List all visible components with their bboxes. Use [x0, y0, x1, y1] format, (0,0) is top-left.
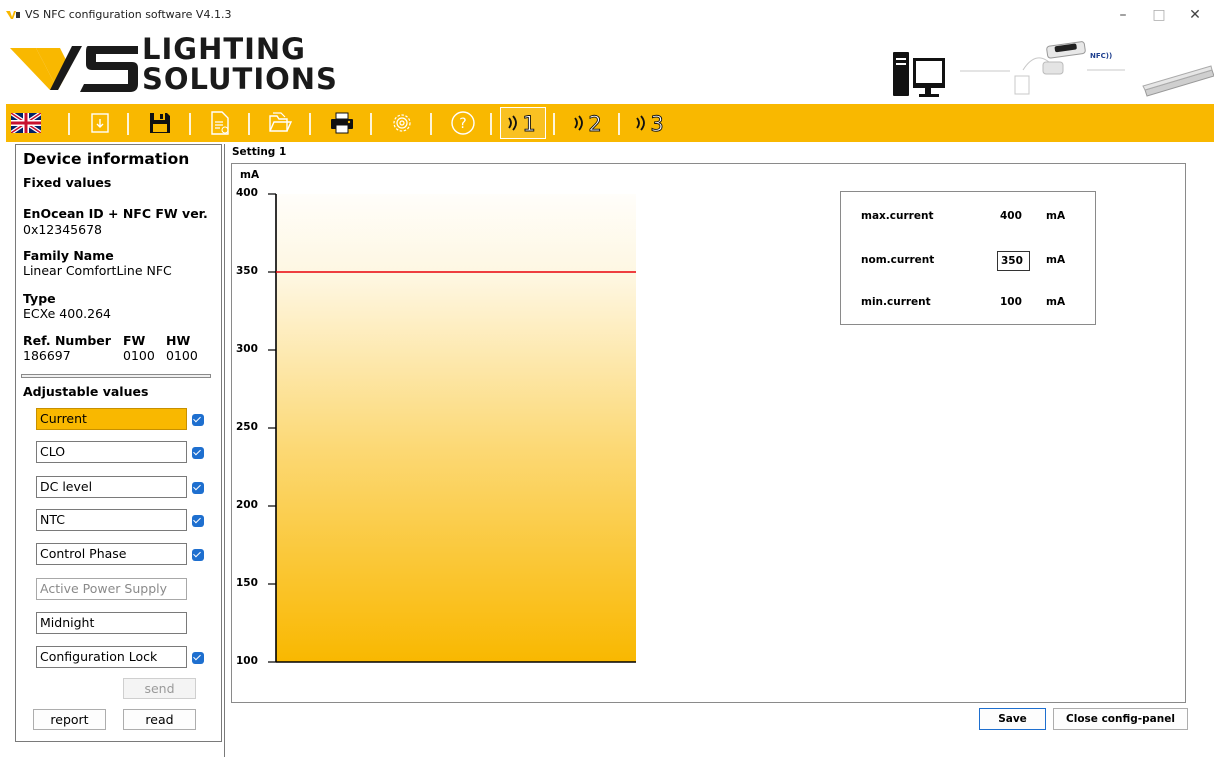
enocean-label: EnOcean ID + NFC FW ver.: [23, 206, 208, 221]
hw-value: 0100: [166, 348, 198, 363]
y-tick-label-200: 200: [236, 499, 258, 511]
y-tick-label-100: 100: [236, 655, 258, 667]
import-icon[interactable]: [84, 107, 116, 139]
nfc-setting-2-icon[interactable]: 2: [566, 107, 612, 139]
y-tick-label-350: 350: [236, 265, 258, 277]
read-button[interactable]: read: [123, 709, 196, 730]
ref-number-value: 186697: [23, 348, 71, 363]
save-button[interactable]: Save: [979, 708, 1046, 730]
settings-gear-icon[interactable]: [386, 107, 418, 139]
nom-current-unit: mA: [1046, 254, 1066, 266]
y-tick-label-300: 300: [236, 343, 258, 355]
setting-title: Setting 1: [232, 146, 287, 158]
fixed-values-heading: Fixed values: [23, 175, 112, 190]
setting-1-glyph: 1: [522, 112, 535, 136]
dc-level-checkbox[interactable]: [192, 482, 204, 494]
send-button[interactable]: send: [123, 678, 196, 699]
family-value: Linear ComfortLine NFC: [23, 263, 172, 278]
brand-line-1: LIGHTING: [142, 32, 306, 66]
app-window: VS NFC configuration software V4.1.3 – □…: [0, 0, 1214, 757]
max-current-value: 400: [1000, 210, 1022, 222]
main-panel-border: [224, 144, 225, 757]
app-logo-icon: [6, 11, 20, 19]
save-icon[interactable]: [144, 107, 176, 139]
adjustable-item-current[interactable]: Current: [36, 408, 187, 430]
adjustable-item-active-power-supply: Active Power Supply: [36, 578, 187, 600]
clo-checkbox[interactable]: [192, 447, 204, 459]
min-current-unit: mA: [1046, 296, 1066, 308]
family-label: Family Name: [23, 248, 114, 263]
y-tick-label-400: 400: [236, 187, 258, 199]
setting-3-glyph: 3: [650, 112, 663, 136]
computer-icon: [893, 52, 945, 97]
min-current-value: 100: [1000, 296, 1022, 308]
window-title: VS NFC configuration software V4.1.3: [25, 8, 232, 21]
y-tick-label-150: 150: [236, 577, 258, 589]
report-button[interactable]: report: [33, 709, 106, 730]
header: LIGHTING SOLUTIONS NFC)): [0, 30, 1214, 102]
control-phase-checkbox[interactable]: [192, 549, 204, 561]
type-label: Type: [23, 291, 56, 306]
brand-name: LIGHTING SOLUTIONS: [142, 34, 338, 94]
adjustable-item-midnight[interactable]: Midnight: [36, 612, 187, 634]
help-glyph: ?: [459, 116, 466, 132]
close-config-panel-button[interactable]: Close config-panel: [1053, 708, 1188, 730]
max-current-unit: mA: [1046, 210, 1066, 222]
type-value: ECXe 400.264: [23, 306, 111, 321]
enocean-value: 0x12345678: [23, 222, 102, 237]
panel-divider: [21, 374, 211, 378]
main-toolbar: ? 1 2 3: [6, 104, 1214, 142]
adjustable-values-heading: Adjustable values: [23, 384, 149, 399]
uk-flag-icon[interactable]: [10, 107, 42, 139]
adjustable-item-clo[interactable]: CLO: [36, 441, 187, 463]
adjustable-item-dc-level[interactable]: DC level: [36, 476, 187, 498]
ntc-checkbox[interactable]: [192, 515, 204, 527]
help-icon[interactable]: ?: [447, 107, 479, 139]
open-folder-icon[interactable]: [264, 107, 296, 139]
current-range-bar: [276, 194, 636, 662]
nfc-devices-illustration: NFC)): [960, 41, 1214, 97]
device-info-title: Device information: [23, 150, 190, 168]
print-icon[interactable]: [326, 107, 358, 139]
adjustable-item-ntc[interactable]: NTC: [36, 509, 187, 531]
brand-line-2: SOLUTIONS: [142, 62, 338, 96]
ref-number-label: Ref. Number: [23, 333, 111, 348]
min-current-label: min.current: [861, 296, 931, 308]
nom-current-input[interactable]: 350: [997, 251, 1030, 271]
nfc-setting-1-icon[interactable]: 1: [500, 107, 546, 139]
adjustable-item-control-phase[interactable]: Control Phase: [36, 543, 187, 565]
y-tick-label-250: 250: [236, 421, 258, 433]
close-button[interactable]: ✕: [1172, 0, 1214, 30]
nfc-badge: NFC)): [1090, 52, 1112, 60]
fw-label: FW: [123, 333, 146, 348]
hw-label: HW: [166, 333, 191, 348]
max-current-label: max.current: [861, 210, 934, 222]
nfc-setting-3-icon[interactable]: 3: [628, 107, 674, 139]
configuration-lock-checkbox[interactable]: [192, 652, 204, 664]
nom-current-label: nom.current: [861, 254, 935, 266]
vs-logo-mark: [10, 46, 138, 92]
new-document-icon[interactable]: [204, 107, 236, 139]
title-bar: VS NFC configuration software V4.1.3 – □…: [0, 0, 1214, 30]
adjustable-item-configuration-lock[interactable]: Configuration Lock: [36, 646, 187, 668]
setting-2-glyph: 2: [588, 112, 601, 136]
current-checkbox[interactable]: [192, 414, 204, 426]
fw-value: 0100: [123, 348, 155, 363]
